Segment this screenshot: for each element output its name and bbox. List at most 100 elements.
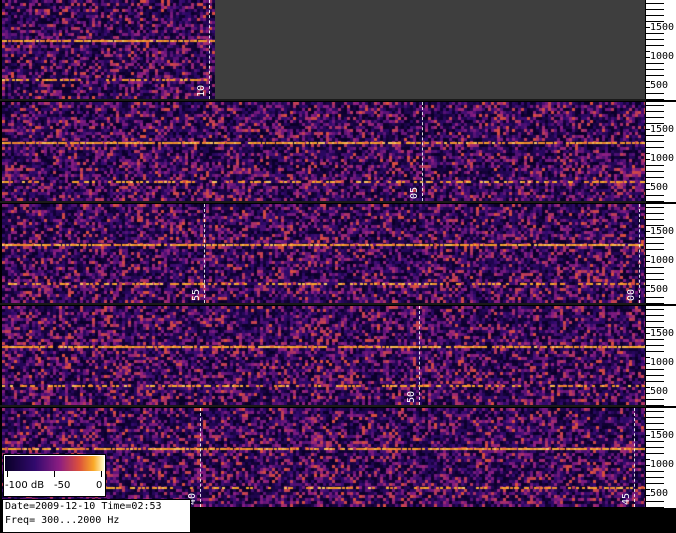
axis-tick: [646, 369, 664, 370]
axis-tick: [646, 105, 664, 106]
minute-marker-label: 55: [191, 288, 202, 301]
axis-tick: [646, 9, 664, 10]
frequency-axis: 1500 1000 500: [646, 408, 676, 508]
frequency-tick-label: 1000: [650, 357, 675, 368]
colorbar-label-mid: -50: [54, 480, 71, 491]
frequency-tick-label: 1500: [650, 22, 675, 33]
axis-tick: [646, 447, 664, 448]
colorbar-label-max: 0: [96, 480, 103, 491]
info-box: Date=2009-12-10 Time=02:53 Freq= 300...2…: [2, 499, 191, 533]
minute-marker-line: [634, 408, 635, 507]
axis-tick: [646, 321, 664, 322]
frequency-tick-label: 500: [650, 386, 669, 397]
axis-tick: [646, 423, 664, 424]
frequency-axis: 1500 1000 500: [646, 306, 676, 406]
minute-marker-label: 10: [196, 84, 207, 97]
colorbar: [5, 456, 104, 471]
axis-tick: [646, 453, 664, 454]
minute-marker-line: [419, 306, 420, 405]
frequency-tick-label: 500: [650, 182, 669, 193]
minute-marker-label: 45: [621, 492, 632, 505]
axis-tick: [646, 33, 664, 34]
colorbar-legend: -100 dB -50 0: [3, 454, 106, 497]
axis-tick: [646, 273, 664, 274]
strip-separator: [0, 99, 646, 101]
minute-marker-label: 00: [626, 288, 637, 301]
axis-tick: [646, 399, 664, 400]
axis-tick: [646, 39, 664, 40]
spectrogram-canvas: [2, 102, 645, 201]
frequency-tick-label: 500: [650, 80, 669, 91]
spectrogram-canvas: [2, 306, 645, 405]
axis-tick: [646, 303, 664, 304]
axis-tick: [646, 417, 664, 418]
axis-tick: [646, 339, 664, 340]
axis-tick: [646, 63, 664, 64]
axis-tick: [646, 441, 664, 442]
axis-tick: [646, 135, 664, 136]
frequency-range-text: Freq= 300...2000 Hz: [5, 515, 120, 526]
minute-marker-line: [209, 0, 210, 99]
minute-marker-label: 05: [409, 186, 420, 199]
axis-tick: [646, 171, 664, 172]
minute-marker-line: [639, 204, 640, 303]
axis-tick: [646, 15, 664, 16]
axis-tick: [646, 471, 664, 472]
axis-tick: [646, 75, 664, 76]
axis-tick: [646, 207, 664, 208]
axis-tick: [646, 177, 664, 178]
axis-tick: [646, 315, 664, 316]
axis-tick: [646, 501, 664, 502]
axis-tick: [646, 219, 664, 220]
axis-tick: [646, 147, 664, 148]
axis-tick: [646, 237, 664, 238]
minute-marker-label: 50: [406, 390, 417, 403]
axis-tick: [646, 45, 664, 46]
frequency-tick-label: 1000: [650, 255, 675, 266]
minute-marker-line: [200, 408, 201, 507]
axis-tick: [646, 345, 664, 346]
axis-tick: [646, 267, 664, 268]
frequency-tick-label: 1000: [650, 153, 675, 164]
colorbar-tick: [7, 471, 8, 477]
frequency-axis: 1500 1000 500: [646, 204, 676, 304]
axis-tick: [646, 507, 664, 508]
axis-tick: [646, 297, 664, 298]
axis-tick: [646, 69, 664, 70]
spectrogram-strip: 05: [2, 102, 645, 201]
frequency-tick-label: 1000: [650, 459, 675, 470]
axis-tick: [646, 3, 664, 4]
strip-separator: [0, 201, 646, 203]
axis-tick: [646, 381, 664, 382]
axis-tick: [646, 117, 664, 118]
date-time-text: Date=2009-12-10 Time=02:53: [5, 501, 162, 512]
strip-separator: [0, 303, 646, 305]
axis-tick: [646, 141, 664, 142]
axis-tick: [646, 243, 664, 244]
axis-tick: [646, 351, 664, 352]
spectrogram-strip: 10: [2, 0, 645, 99]
frequency-tick-label: 500: [650, 488, 669, 499]
frequency-tick-label: 1500: [650, 124, 675, 135]
axis-tick: [646, 411, 664, 412]
frequency-axis: 1500 1000 500: [646, 0, 676, 100]
minute-marker-line: [204, 204, 205, 303]
colorbar-tick: [54, 471, 55, 477]
strip-separator: [0, 405, 646, 407]
colorbar-tick: [101, 471, 102, 477]
frequency-axis: 1500 1000 500: [646, 102, 676, 202]
spectrogram-strip: 55 00: [2, 204, 645, 303]
axis-tick: [646, 93, 664, 94]
spectrogram-strip: 50: [2, 306, 645, 405]
axis-tick: [646, 195, 664, 196]
axis-tick: [646, 111, 664, 112]
spectrogram-area: 10 1500 1000 500 05 1500 1000 500 55 00 1500 1000 50…: [0, 0, 676, 532]
axis-tick: [646, 99, 664, 100]
axis-tick: [646, 165, 664, 166]
spectrogram-canvas: [2, 204, 645, 303]
axis-tick: [646, 213, 664, 214]
axis-tick: [646, 483, 664, 484]
frequency-tick-label: 500: [650, 284, 669, 295]
axis-tick: [646, 477, 664, 478]
axis-tick: [646, 279, 664, 280]
